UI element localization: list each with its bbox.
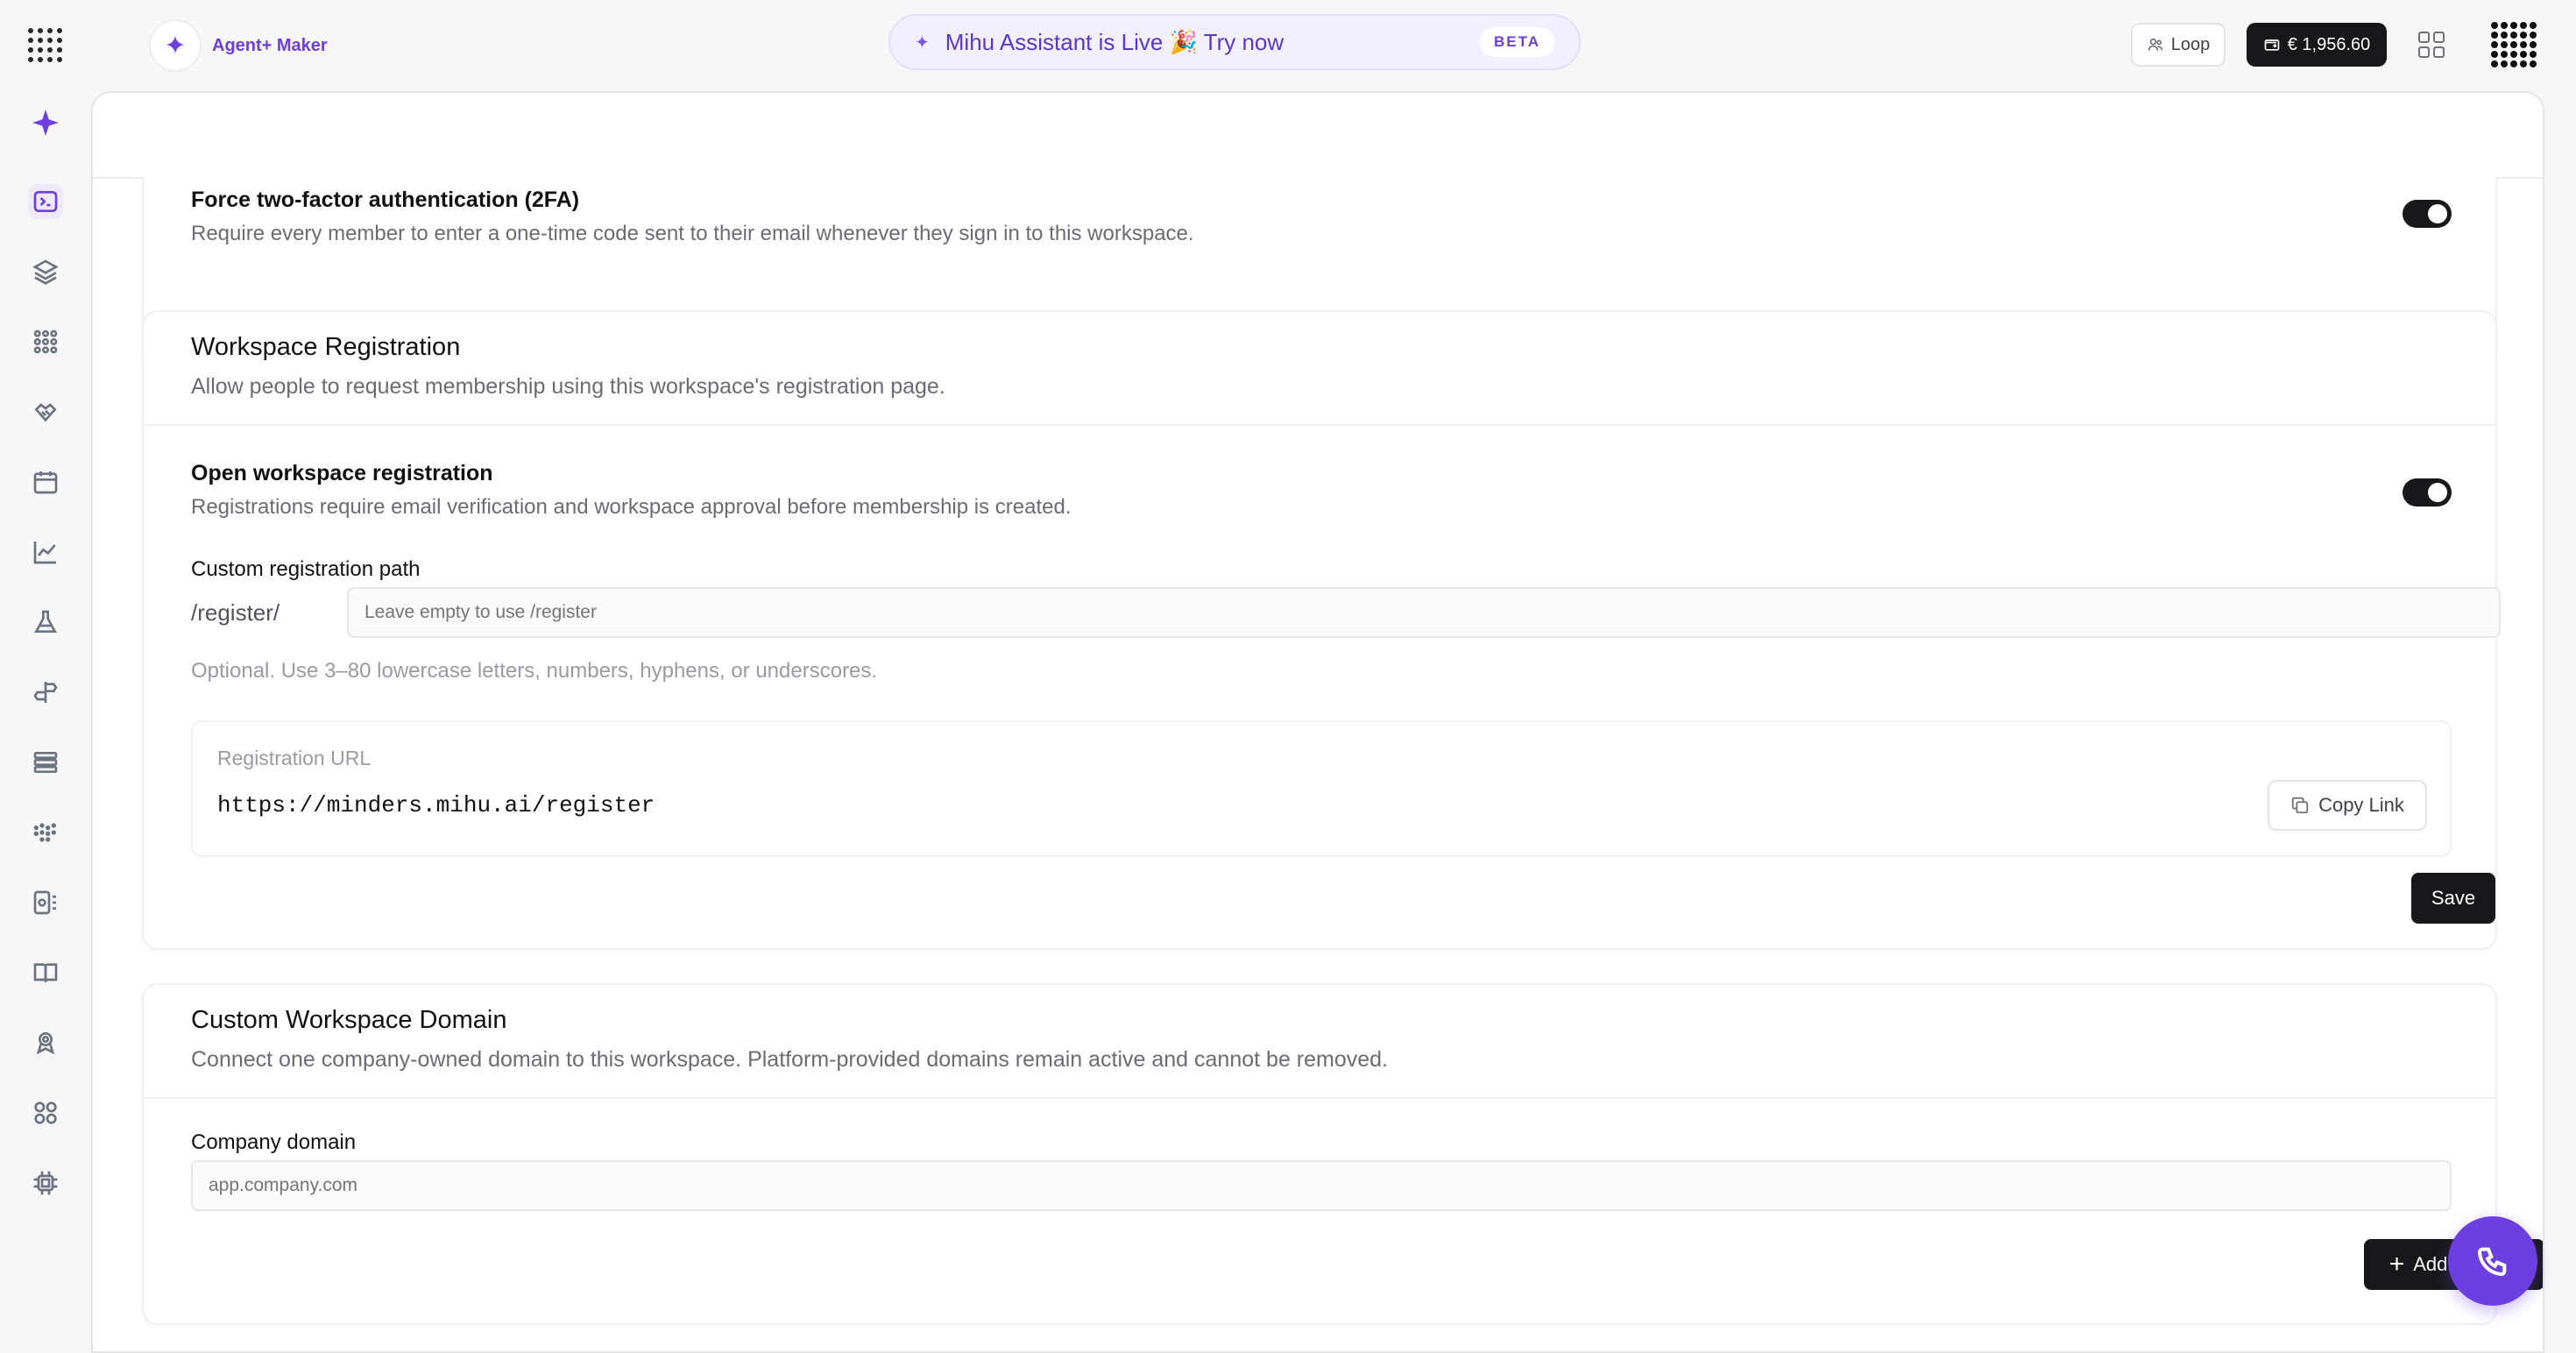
domain-card: Custom Workspace Domain Connect one comp…: [142, 983, 2543, 1325]
registration-path-hint: Optional. Use 3–80 lowercase letters, nu…: [191, 659, 878, 683]
brand-name: Agent+ Maker: [212, 35, 328, 55]
main-panel: Force two-factor authentication (2FA) Re…: [91, 91, 2544, 1353]
copy-link-button[interactable]: Copy Link: [2268, 780, 2427, 831]
app-launcher-icon[interactable]: [28, 28, 63, 63]
user-badge-icon[interactable]: [28, 1025, 63, 1060]
company-domain-input[interactable]: [191, 1160, 2452, 1211]
people-icon: [2148, 38, 2163, 51]
two-factor-description: Require every member to enter a one-time…: [191, 222, 1194, 245]
top-bar: ✦ Agent+ Maker ✦ Mihu Assistant is Live …: [0, 0, 2576, 91]
layers-icon[interactable]: [28, 254, 63, 289]
registration-path-prefix: /register/: [191, 599, 280, 626]
book-icon[interactable]: [28, 955, 63, 990]
apps-grid-icon[interactable]: [2418, 32, 2445, 58]
assistant-banner[interactable]: ✦ Mihu Assistant is Live 🎉 Try now BETA: [888, 14, 1581, 70]
save-button[interactable]: Save: [2411, 873, 2495, 924]
registration-url-box: Registration URL https://minders.mihu.ai…: [191, 720, 2452, 857]
brand[interactable]: ✦ Agent+ Maker: [149, 19, 328, 72]
balance-button[interactable]: € 1,956.60: [2247, 23, 2387, 67]
chart-line-icon[interactable]: [28, 535, 63, 570]
avatar[interactable]: [2488, 19, 2539, 70]
plus-icon: +: [2388, 1250, 2405, 1279]
sidebar: [0, 91, 91, 1342]
handshake-icon[interactable]: [28, 394, 63, 429]
sparkle-icon[interactable]: [28, 105, 63, 140]
call-button[interactable]: [2448, 1216, 2537, 1306]
loop-button[interactable]: Loop: [2131, 23, 2226, 67]
registration-card: Workspace Registration Allow people to r…: [142, 310, 2501, 950]
registration-url-label: Registration URL: [217, 747, 372, 769]
two-factor-toggle[interactable]: [2403, 200, 2452, 228]
registration-header: Workspace Registration Allow people to r…: [144, 312, 2495, 426]
balance-label: € 1,956.60: [2287, 34, 2371, 54]
company-domain-label: Company domain: [191, 1130, 357, 1154]
wallet-icon: [2264, 39, 2280, 51]
domain-description: Connect one company-owned domain to this…: [191, 1047, 1389, 1072]
phone-icon: [2477, 1247, 2507, 1277]
copy-icon: [2291, 797, 2309, 814]
open-registration-title: Open workspace registration: [191, 461, 493, 485]
signpost-icon[interactable]: [28, 675, 63, 710]
loop-label: Loop: [2170, 34, 2211, 54]
open-registration-description: Registrations require email verification…: [191, 495, 1072, 519]
two-factor-title: Force two-factor authentication (2FA): [191, 188, 580, 212]
device-icon[interactable]: [28, 885, 63, 920]
calendar-icon[interactable]: [28, 464, 63, 499]
flask-icon[interactable]: [28, 605, 63, 640]
registration-path-input[interactable]: [347, 587, 2501, 638]
copy-link-label: Copy Link: [2318, 794, 2404, 816]
registration-title: Workspace Registration: [191, 333, 461, 361]
sparkle-icon: ✦: [915, 32, 930, 53]
domain-title: Custom Workspace Domain: [191, 1006, 507, 1034]
beta-badge: BETA: [1479, 27, 1554, 57]
grid-icon[interactable]: [28, 324, 63, 359]
terminal-icon[interactable]: [28, 184, 63, 219]
registration-url-value: https://minders.mihu.ai/register: [217, 792, 655, 818]
open-registration-text: Open workspace registration Registration…: [191, 461, 1071, 520]
main-header: [93, 93, 2543, 179]
chip-icon[interactable]: [28, 1165, 63, 1201]
open-registration-toggle[interactable]: [2403, 478, 2452, 506]
registration-path-label: Custom registration path: [191, 557, 421, 581]
two-factor-text: Force two-factor authentication (2FA) Re…: [191, 188, 1194, 246]
banner-text: Mihu Assistant is Live 🎉 Try now: [945, 28, 1284, 55]
sparkle-logo-icon: ✦: [149, 19, 202, 72]
list-icon[interactable]: [28, 745, 63, 780]
components-icon[interactable]: [28, 1095, 63, 1130]
registration-description: Allow people to request membership using…: [191, 374, 945, 399]
dots-grid-icon[interactable]: [28, 815, 63, 850]
domain-header: Custom Workspace Domain Connect one comp…: [144, 985, 2495, 1099]
